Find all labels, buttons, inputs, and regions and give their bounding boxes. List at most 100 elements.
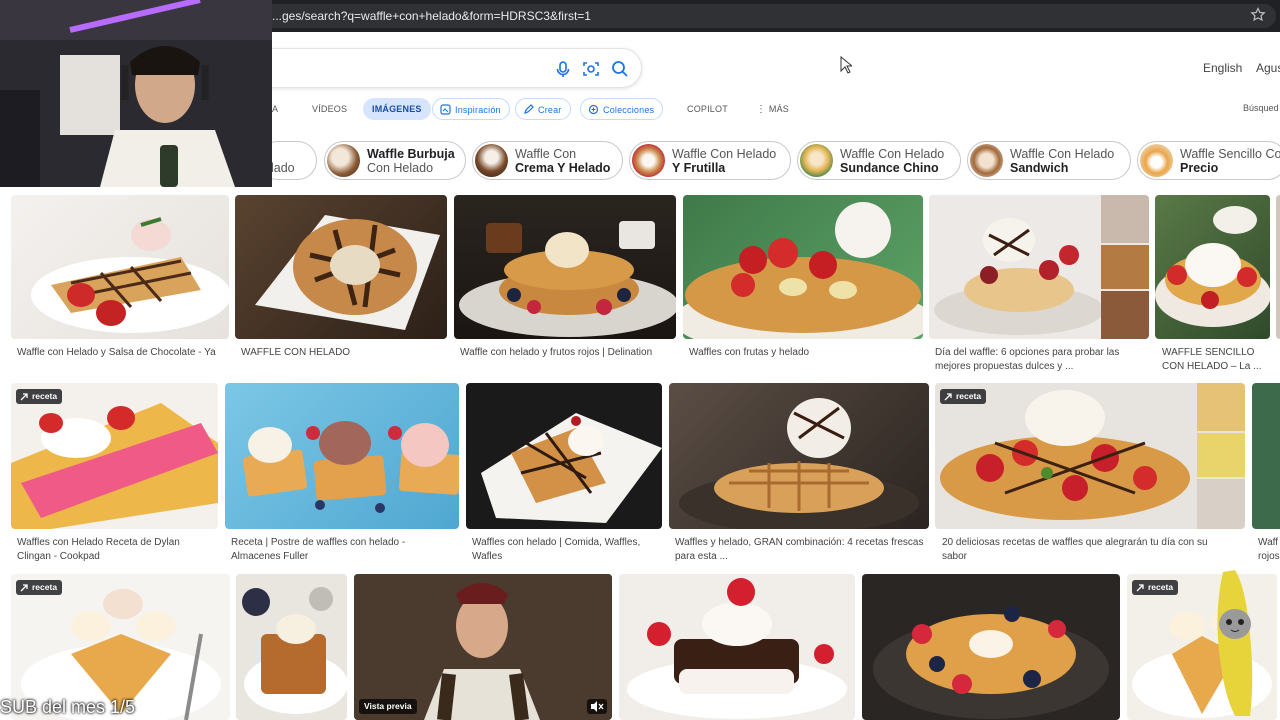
image-caption[interactable]: Waffles y helado, GRAN combinación: 4 re… <box>675 536 925 564</box>
waffle-photo <box>11 403 218 529</box>
image-caption[interactable]: Waffle con helado y frutos rojos | Delin… <box>460 346 670 360</box>
image-caption[interactable]: Waffle con Helado y Salsa de Chocolate -… <box>17 346 222 360</box>
chip-label-bold: Sandwich <box>1010 161 1069 175</box>
image-result[interactable] <box>454 195 676 339</box>
image-result[interactable] <box>1155 195 1270 339</box>
recipe-badge-label: receta <box>1148 582 1174 592</box>
streamer-video <box>0 0 272 187</box>
mute-icon <box>591 701 604 712</box>
star-icon[interactable] <box>1250 7 1266 23</box>
chip-label-bold: Sundance Chino <box>840 161 939 175</box>
recipe-badge-label: receta <box>32 582 58 592</box>
language-link[interactable]: English <box>1203 61 1242 75</box>
image-caption[interactable]: Receta | Postre de waffles con helado - … <box>231 536 456 564</box>
image-result[interactable]: receta <box>935 383 1245 529</box>
related-chip[interactable]: Waffle Con Helado Y Frutilla <box>629 141 791 180</box>
tab-copilot[interactable]: COPILOT <box>687 98 728 120</box>
image-result[interactable] <box>619 574 855 720</box>
recipe-badge: receta <box>16 389 63 404</box>
video-preview-label: Vista previa <box>359 699 417 714</box>
image-result[interactable] <box>236 574 347 720</box>
related-chip[interactable]: Waffle Con Helado Sandwich <box>967 141 1131 180</box>
image-result[interactable]: receta <box>11 383 218 529</box>
chip-thumbnail <box>800 144 833 177</box>
tab-more[interactable]: ⋮ MÁS <box>756 98 789 120</box>
search-box[interactable] <box>240 48 642 88</box>
chip-label-regular: Waffle Sencillo Co <box>1180 147 1280 161</box>
related-chip[interactable]: Waffle Con Helado Sundance Chino <box>797 141 961 180</box>
tab-search-partial[interactable]: Búsqued <box>1243 103 1279 113</box>
tab-more-label: MÁS <box>768 104 790 114</box>
image-result[interactable] <box>466 383 662 529</box>
chip-thumbnail <box>327 144 360 177</box>
animated-banana-cat <box>1205 566 1265 720</box>
recipe-icon <box>20 393 28 401</box>
image-caption[interactable]: Waffles con helado | Comida, Waffles, Wa… <box>472 536 657 564</box>
waffle-photo <box>459 221 676 337</box>
search-icon[interactable] <box>610 59 630 79</box>
chip-label-regular: Waffle Con Helado <box>840 147 945 161</box>
chip-label-bold: Y Frutilla <box>672 161 726 175</box>
image-result[interactable]: Vista previa <box>354 574 612 720</box>
inspiration-icon <box>440 104 451 115</box>
image-result[interactable] <box>862 574 1120 720</box>
related-chip[interactable]: Waffle Sencillo Co Precio <box>1137 141 1280 180</box>
chip-label-regular: lado <box>271 161 295 175</box>
waffle-photo <box>873 606 1109 719</box>
waffle-photo <box>683 202 923 339</box>
image-result[interactable] <box>11 195 229 339</box>
recipe-badge-label: receta <box>956 391 982 401</box>
chip-thumbnail <box>970 144 1003 177</box>
image-result[interactable] <box>683 195 923 339</box>
image-caption[interactable]: 20 deliciosas recetas de waffles que ale… <box>942 536 1227 564</box>
tab-collections[interactable]: Colecciones <box>580 98 664 120</box>
tab-partial[interactable]: A <box>272 98 278 120</box>
tab-videos[interactable]: VÍDEOS <box>312 98 347 120</box>
image-result[interactable] <box>669 383 929 529</box>
waffle-photo <box>255 215 440 330</box>
banana-cat-sticker <box>1217 570 1253 716</box>
image-caption[interactable]: WAFFLE SENCILLO CON HELADO – La ... <box>1162 346 1272 374</box>
collections-icon <box>588 104 599 115</box>
chip-label-regular: Waffle Con Helado <box>1010 147 1115 161</box>
recipe-badge: receta <box>940 389 987 404</box>
waffle-photo <box>243 421 459 513</box>
visual-search-icon[interactable] <box>581 59 601 79</box>
webcam-overlay <box>0 0 272 187</box>
image-result[interactable] <box>929 195 1149 339</box>
address-url[interactable]: ...ges/search?q=waffle+con+helado&form=H… <box>272 9 591 23</box>
recipe-icon <box>1136 584 1144 592</box>
related-chip[interactable]: Waffle Burbuja Con Helado <box>324 141 466 180</box>
chip-label-regular: Waffle Con <box>515 147 577 161</box>
waffle-photo <box>481 413 662 523</box>
image-result[interactable] <box>235 195 447 339</box>
chip-label-bold: Crema Y Helado <box>515 161 611 175</box>
recipe-icon <box>20 584 28 592</box>
image-result[interactable] <box>1276 195 1280 339</box>
user-name[interactable]: Agus <box>1256 61 1280 75</box>
mouse-cursor-icon <box>840 56 852 74</box>
mic-icon[interactable] <box>553 59 573 79</box>
recipe-icon <box>944 393 952 401</box>
image-caption[interactable]: WAFFLE CON HELADO <box>241 346 441 360</box>
create-icon <box>524 104 534 114</box>
tab-inspiration[interactable]: Inspiración <box>432 98 510 120</box>
mute-button[interactable] <box>587 699 607 714</box>
chip-label-regular: Waffle Con Helado <box>672 147 777 161</box>
image-caption[interactable]: Waffles con frutas y helado <box>689 346 917 360</box>
tab-inspiration-label: Inspiración <box>455 105 501 115</box>
image-result[interactable] <box>225 383 459 529</box>
waffle-photo <box>31 217 229 333</box>
tab-images[interactable]: IMÁGENES <box>363 98 431 120</box>
related-chip[interactable]: Waffle Con Crema Y Helado <box>472 141 623 180</box>
tab-collections-label: Colecciones <box>603 105 655 115</box>
chip-label-bold: Waffle Burbuja <box>367 147 455 161</box>
recipe-badge: receta <box>1132 580 1179 595</box>
image-caption[interactable]: Día del waffle: 6 opciones para probar l… <box>935 346 1145 374</box>
more-dots-icon: ⋮ <box>756 104 767 115</box>
tab-create[interactable]: Crear <box>515 98 571 120</box>
image-caption[interactable]: Waffles con Helado Receta de Dylan Cling… <box>17 536 215 564</box>
tab-create-label: Crear <box>538 105 562 115</box>
image-caption[interactable]: Waff rojos <box>1258 536 1280 564</box>
image-result[interactable] <box>1252 383 1280 529</box>
